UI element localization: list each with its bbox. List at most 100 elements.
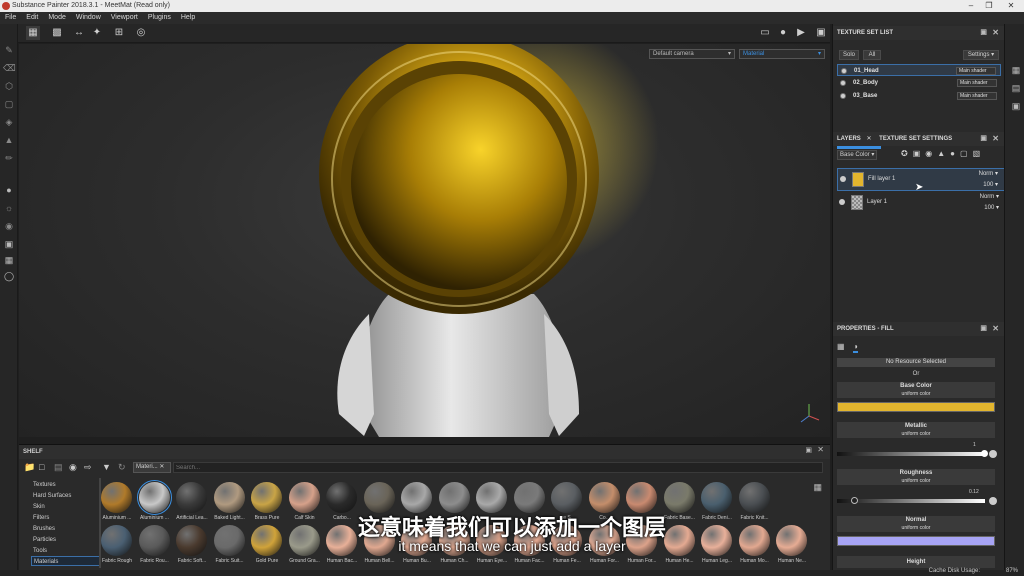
save-icon[interactable]: ▤ bbox=[54, 462, 63, 473]
paint-brush-icon[interactable]: ✎ bbox=[3, 44, 15, 56]
category-textures[interactable]: Textures bbox=[31, 480, 101, 490]
material-thumbnail[interactable] bbox=[213, 482, 245, 513]
minimize-icon[interactable]: – bbox=[964, 0, 978, 12]
settings-button[interactable]: Settings ▾ bbox=[963, 50, 999, 60]
folder-icon[interactable]: 📁 bbox=[24, 462, 35, 473]
material-thumbnail[interactable] bbox=[738, 482, 770, 513]
material-thumbnail[interactable] bbox=[513, 482, 545, 513]
material-thumbnail[interactable] bbox=[663, 482, 695, 513]
texture-set-row[interactable]: 02_Body Main shader bbox=[837, 77, 1001, 89]
filter-icon[interactable]: ▼ bbox=[102, 462, 111, 472]
properties-icon[interactable]: ▣ bbox=[1010, 100, 1022, 112]
anchor-icon[interactable]: ✦ bbox=[90, 26, 104, 40]
material-thumbnail[interactable] bbox=[363, 482, 395, 513]
video-record-icon[interactable]: ▶ bbox=[794, 26, 808, 40]
close-icon[interactable]: ✕ bbox=[1004, 0, 1018, 12]
refresh-icon[interactable]: ↻ bbox=[118, 462, 126, 473]
material-thumbnail[interactable] bbox=[588, 482, 620, 513]
menu-edit[interactable]: Edit bbox=[26, 12, 38, 24]
maximize-icon[interactable]: ❐ bbox=[982, 0, 996, 12]
metallic-slider-handle[interactable] bbox=[981, 450, 988, 457]
menu-plugins[interactable]: Plugins bbox=[148, 12, 171, 24]
dock-icon[interactable]: ▣ bbox=[805, 446, 812, 454]
clone-stamp-icon[interactable]: ▲ bbox=[3, 134, 15, 146]
3d-viewport[interactable]: Default camera ▾ Material ▾ bbox=[19, 44, 830, 437]
blend-mode[interactable]: Norm ▾ bbox=[979, 170, 998, 177]
texture-set-row[interactable]: 01_Head Main shader bbox=[837, 64, 1001, 76]
tab-layers[interactable]: LAYERS bbox=[837, 136, 861, 142]
material-thumbnail[interactable] bbox=[101, 482, 132, 513]
menu-mode[interactable]: Mode bbox=[48, 12, 66, 24]
material-thumbnail[interactable] bbox=[476, 482, 507, 513]
screenshot-icon[interactable]: ▣ bbox=[814, 26, 828, 40]
layer-opacity[interactable]: 100 ▾ bbox=[983, 181, 998, 188]
material-thumbnail[interactable] bbox=[288, 482, 320, 513]
eraser-icon[interactable]: ⌫ bbox=[3, 62, 16, 74]
category-materials[interactable]: Materials bbox=[31, 556, 101, 566]
add-layer-icon[interactable]: ● bbox=[950, 149, 960, 158]
metallic-slider[interactable] bbox=[837, 452, 985, 456]
material-thumbnail[interactable] bbox=[438, 482, 470, 513]
texture-set-row[interactable]: 03_Base Main shader bbox=[837, 90, 1001, 102]
roughness-slider-handle[interactable] bbox=[851, 497, 858, 504]
bake-icon[interactable]: ◉ bbox=[3, 220, 15, 232]
tab-close-icon[interactable]: ✕ bbox=[866, 136, 871, 142]
light-icon[interactable]: ☼ bbox=[3, 202, 15, 214]
roughness-slider[interactable] bbox=[837, 499, 985, 503]
history-icon[interactable]: ◯ bbox=[3, 270, 15, 282]
panel-close-icon[interactable]: ✕ bbox=[992, 322, 999, 336]
material-mode-icon[interactable]: ▦ bbox=[837, 342, 845, 351]
texture-set-icon[interactable]: ▦ bbox=[1010, 64, 1022, 76]
grid-size-icon[interactable]: ▦ bbox=[813, 482, 822, 493]
add-generator-icon[interactable]: ◉ bbox=[925, 149, 937, 158]
material-thumbnail[interactable] bbox=[326, 482, 357, 513]
add-fill-layer-icon[interactable]: ▲ bbox=[937, 149, 950, 158]
layer-row-paint[interactable]: Layer 1 Norm ▾ 100 ▾ bbox=[837, 192, 1005, 215]
grid-view-icon[interactable]: ▦ bbox=[26, 26, 40, 40]
display-settings-icon[interactable]: ▣ bbox=[3, 238, 15, 250]
material-thumbnail[interactable] bbox=[176, 482, 207, 513]
display-mode-icon[interactable]: ▭ bbox=[758, 26, 772, 40]
add-view-icon[interactable]: ⊞ bbox=[112, 26, 126, 40]
all-button[interactable]: All bbox=[863, 50, 881, 60]
menu-window[interactable]: Window bbox=[76, 12, 101, 24]
channel-select[interactable]: Base Color ▾ bbox=[837, 150, 877, 160]
add-folder-icon[interactable]: ▢ bbox=[960, 149, 973, 158]
base-color-swatch[interactable] bbox=[837, 402, 995, 412]
layer-opacity[interactable]: 100 ▾ bbox=[984, 204, 999, 211]
roughness-map-icon[interactable] bbox=[989, 497, 997, 505]
panel-close-icon[interactable]: ✕ bbox=[992, 26, 999, 40]
layer-visibility-icon[interactable] bbox=[840, 176, 846, 182]
layer-visibility-icon[interactable] bbox=[839, 199, 845, 205]
color-picker-icon[interactable]: ✏ bbox=[3, 152, 15, 164]
menu-file[interactable]: File bbox=[5, 12, 16, 24]
smudge-icon[interactable]: ◈ bbox=[3, 116, 15, 128]
multi-grid-icon[interactable]: ▩ bbox=[50, 26, 64, 40]
polygon-fill-icon[interactable]: ● bbox=[3, 184, 15, 196]
metallic-map-icon[interactable] bbox=[989, 450, 997, 458]
symmetry-icon[interactable]: ↔ bbox=[72, 26, 86, 40]
material-thumbnail[interactable] bbox=[551, 482, 582, 513]
camera-target-icon[interactable]: ◎ bbox=[134, 26, 148, 40]
shelf-close-icon[interactable]: ✕ bbox=[817, 445, 824, 454]
tab-texture-set-settings[interactable]: TEXTURE SET SETTINGS bbox=[879, 136, 952, 142]
material-ball-icon[interactable]: ● bbox=[776, 26, 790, 40]
shader-settings-icon[interactable]: ▦ bbox=[3, 254, 15, 266]
delete-icon[interactable]: ▧ bbox=[973, 149, 986, 158]
category-hard-surfaces[interactable]: Hard Surfaces bbox=[31, 491, 101, 501]
panel-close-icon[interactable]: ✕ bbox=[992, 132, 999, 146]
solo-button[interactable]: Solo bbox=[839, 50, 859, 60]
layers-icon[interactable]: ▤ bbox=[1010, 82, 1022, 94]
shelf-search-input[interactable] bbox=[173, 462, 823, 473]
new-resource-icon[interactable]: □ bbox=[39, 462, 44, 472]
hide-icon[interactable]: ◉ bbox=[69, 462, 77, 473]
material-thumbnail[interactable] bbox=[251, 482, 282, 513]
filter-tag[interactable]: Materi... ✕ bbox=[133, 462, 171, 473]
material-thumbnail[interactable] bbox=[401, 482, 432, 513]
material-thumbnail[interactable] bbox=[136, 480, 172, 515]
material-thumbnail[interactable] bbox=[701, 482, 732, 513]
add-mask-icon[interactable]: ▣ bbox=[913, 149, 926, 158]
material-ball-icon[interactable]: ◑ bbox=[853, 342, 858, 353]
import-icon[interactable]: ⇨ bbox=[84, 462, 92, 473]
menu-viewport[interactable]: Viewport bbox=[111, 12, 138, 24]
